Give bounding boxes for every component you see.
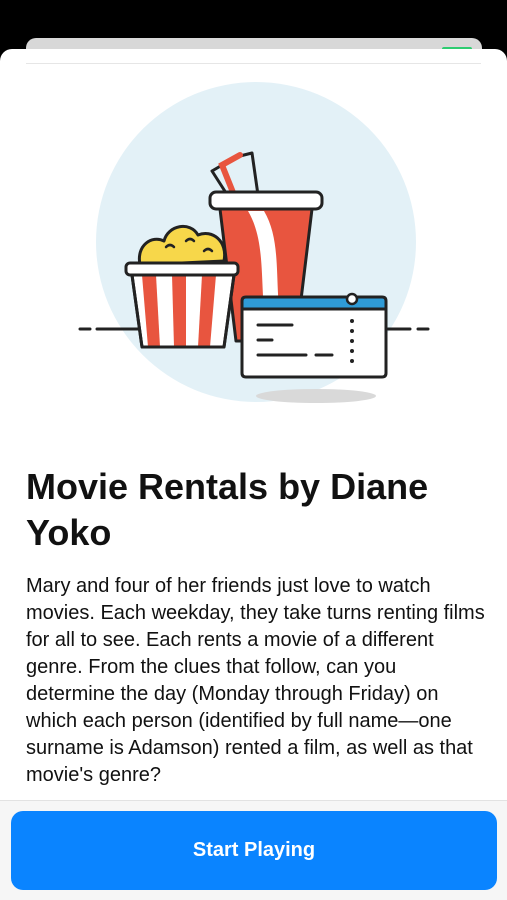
popcorn-icon xyxy=(124,225,240,349)
ticket-shadow xyxy=(256,389,376,403)
puzzle-title: Movie Rentals by Diane Yoko xyxy=(26,466,429,553)
puzzle-description: Mary and four of her friends just love t… xyxy=(26,575,485,786)
movie-illustration xyxy=(78,82,430,403)
bottom-action-bar: Start Playing xyxy=(0,800,507,900)
ticket-icon xyxy=(240,292,388,379)
puzzle-intro-sheet: Movie Rentals by Diane Yoko Mary and fou… xyxy=(0,49,507,900)
start-playing-button[interactable]: Start Playing xyxy=(11,811,497,890)
